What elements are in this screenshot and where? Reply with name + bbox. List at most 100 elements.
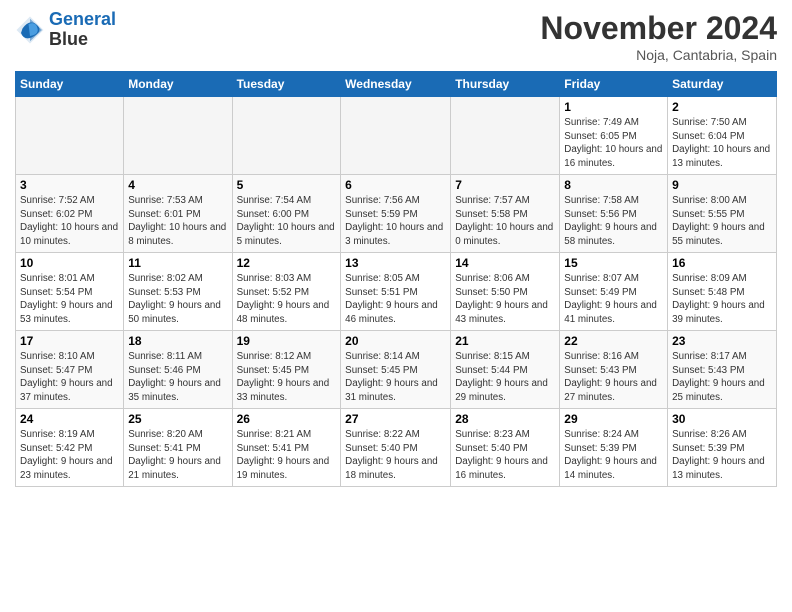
day-number: 14 [455,256,555,270]
calendar-cell [232,97,341,175]
calendar-cell: 17 Sunrise: 8:10 AM Sunset: 5:47 PM Dayli… [16,331,124,409]
day-info: Sunrise: 8:06 AM Sunset: 5:50 PM Dayligh… [455,272,555,327]
calendar-cell: 30 Sunrise: 8:26 AM Sunset: 5:39 PM Dayli… [668,409,777,487]
day-number: 5 [237,178,337,192]
calendar-cell: 2 Sunrise: 7:50 AM Sunset: 6:04 PM Daylig… [668,97,777,175]
day-number: 19 [237,334,337,348]
calendar-cell: 18 Sunrise: 8:11 AM Sunset: 5:46 PM Dayli… [124,331,232,409]
logo-icon [15,15,45,45]
day-number: 20 [345,334,446,348]
day-info: Sunrise: 8:10 AM Sunset: 5:47 PM Dayligh… [20,350,119,405]
day-info: Sunrise: 8:20 AM Sunset: 5:41 PM Dayligh… [128,428,227,483]
day-info: Sunrise: 8:09 AM Sunset: 5:48 PM Dayligh… [672,272,772,327]
calendar-cell: 20Sunrise: 8:14 AM Sunset: 5:45 PM Dayli… [341,331,451,409]
day-info: Sunrise: 8:21 AM Sunset: 5:41 PM Dayligh… [237,428,337,483]
day-info: Sunrise: 8:03 AM Sunset: 5:52 PM Dayligh… [237,272,337,327]
day-number: 2 [672,100,772,114]
day-number: 16 [672,256,772,270]
day-number: 22 [564,334,663,348]
calendar-cell: 24 Sunrise: 8:19 AM Sunset: 5:42 PM Dayli… [16,409,124,487]
weekday-header: Tuesday [232,72,341,97]
day-number: 9 [672,178,772,192]
day-info: Sunrise: 8:05 AM Sunset: 5:51 PM Dayligh… [345,272,446,327]
day-number: 29 [564,412,663,426]
day-number: 18 [128,334,227,348]
calendar-cell [451,97,560,175]
calendar-cell: 12Sunrise: 8:03 AM Sunset: 5:52 PM Dayli… [232,253,341,331]
calendar-cell: 8Sunrise: 7:58 AM Sunset: 5:56 PM Daylig… [560,175,668,253]
page-container: General Blue November 2024 Noja, Cantabr… [0,0,792,497]
logo-line1: General [49,9,116,29]
calendar-cell: 28 Sunrise: 8:23 AM Sunset: 5:40 PM Dayli… [451,409,560,487]
calendar-week-row: 1Sunrise: 7:49 AM Sunset: 6:05 PM Daylig… [16,97,777,175]
calendar-cell: 25 Sunrise: 8:20 AM Sunset: 5:41 PM Dayli… [124,409,232,487]
day-number: 28 [455,412,555,426]
day-number: 15 [564,256,663,270]
day-info: Sunrise: 7:53 AM Sunset: 6:01 PM Dayligh… [128,194,227,249]
day-number: 3 [20,178,119,192]
calendar-week-row: 10 Sunrise: 8:01 AM Sunset: 5:54 PM Dayli… [16,253,777,331]
calendar-cell: 13 Sunrise: 8:05 AM Sunset: 5:51 PM Dayli… [341,253,451,331]
calendar-cell: 27Sunrise: 8:22 AM Sunset: 5:40 PM Dayli… [341,409,451,487]
logo: General Blue [15,10,116,50]
day-number: 11 [128,256,227,270]
calendar-week-row: 17 Sunrise: 8:10 AM Sunset: 5:47 PM Dayli… [16,331,777,409]
calendar-cell: 3 Sunrise: 7:52 AM Sunset: 6:02 PM Daylig… [16,175,124,253]
day-info: Sunrise: 7:56 AM Sunset: 5:59 PM Dayligh… [345,194,446,249]
day-number: 24 [20,412,119,426]
calendar-week-row: 3 Sunrise: 7:52 AM Sunset: 6:02 PM Daylig… [16,175,777,253]
day-info: Sunrise: 8:02 AM Sunset: 5:53 PM Dayligh… [128,272,227,327]
day-number: 26 [237,412,337,426]
day-number: 23 [672,334,772,348]
day-info: Sunrise: 8:17 AM Sunset: 5:43 PM Dayligh… [672,350,772,405]
day-number: 7 [455,178,555,192]
calendar-cell: 4Sunrise: 7:53 AM Sunset: 6:01 PM Daylig… [124,175,232,253]
day-info: Sunrise: 8:15 AM Sunset: 5:44 PM Dayligh… [455,350,555,405]
day-info: Sunrise: 8:19 AM Sunset: 5:42 PM Dayligh… [20,428,119,483]
day-number: 10 [20,256,119,270]
calendar-cell: 1Sunrise: 7:49 AM Sunset: 6:05 PM Daylig… [560,97,668,175]
calendar-cell [341,97,451,175]
logo-line2: Blue [49,30,116,50]
day-number: 13 [345,256,446,270]
month-title: November 2024 [540,10,777,47]
day-number: 1 [564,100,663,114]
weekday-header: Friday [560,72,668,97]
day-info: Sunrise: 8:23 AM Sunset: 5:40 PM Dayligh… [455,428,555,483]
weekday-header: Saturday [668,72,777,97]
day-info: Sunrise: 8:24 AM Sunset: 5:39 PM Dayligh… [564,428,663,483]
calendar-cell: 6 Sunrise: 7:56 AM Sunset: 5:59 PM Daylig… [341,175,451,253]
calendar-cell: 19 Sunrise: 8:12 AM Sunset: 5:45 PM Dayli… [232,331,341,409]
weekday-header: Thursday [451,72,560,97]
calendar-cell: 15 Sunrise: 8:07 AM Sunset: 5:49 PM Dayli… [560,253,668,331]
calendar-cell: 22Sunrise: 8:16 AM Sunset: 5:43 PM Dayli… [560,331,668,409]
day-info: Sunrise: 8:11 AM Sunset: 5:46 PM Dayligh… [128,350,227,405]
calendar-header-row: SundayMondayTuesdayWednesdayThursdayFrid… [16,72,777,97]
header: General Blue November 2024 Noja, Cantabr… [15,10,777,63]
day-number: 17 [20,334,119,348]
calendar-cell: 21 Sunrise: 8:15 AM Sunset: 5:44 PM Dayli… [451,331,560,409]
calendar-cell: 14 Sunrise: 8:06 AM Sunset: 5:50 PM Dayli… [451,253,560,331]
day-info: Sunrise: 8:26 AM Sunset: 5:39 PM Dayligh… [672,428,772,483]
title-block: November 2024 Noja, Cantabria, Spain [540,10,777,63]
calendar-cell: 11 Sunrise: 8:02 AM Sunset: 5:53 PM Dayli… [124,253,232,331]
day-info: Sunrise: 7:52 AM Sunset: 6:02 PM Dayligh… [20,194,119,249]
logo-text: General Blue [49,10,116,50]
day-number: 21 [455,334,555,348]
calendar-cell: 9Sunrise: 8:00 AM Sunset: 5:55 PM Daylig… [668,175,777,253]
day-info: Sunrise: 7:57 AM Sunset: 5:58 PM Dayligh… [455,194,555,249]
calendar-table: SundayMondayTuesdayWednesdayThursdayFrid… [15,71,777,487]
day-number: 25 [128,412,227,426]
day-number: 30 [672,412,772,426]
day-info: Sunrise: 8:01 AM Sunset: 5:54 PM Dayligh… [20,272,119,327]
day-number: 6 [345,178,446,192]
day-info: Sunrise: 7:54 AM Sunset: 6:00 PM Dayligh… [237,194,337,249]
day-number: 27 [345,412,446,426]
location: Noja, Cantabria, Spain [540,47,777,63]
calendar-cell: 16 Sunrise: 8:09 AM Sunset: 5:48 PM Dayli… [668,253,777,331]
calendar-cell [16,97,124,175]
day-info: Sunrise: 8:07 AM Sunset: 5:49 PM Dayligh… [564,272,663,327]
day-info: Sunrise: 7:50 AM Sunset: 6:04 PM Dayligh… [672,116,772,171]
calendar-cell: 23 Sunrise: 8:17 AM Sunset: 5:43 PM Dayli… [668,331,777,409]
day-info: Sunrise: 8:12 AM Sunset: 5:45 PM Dayligh… [237,350,337,405]
